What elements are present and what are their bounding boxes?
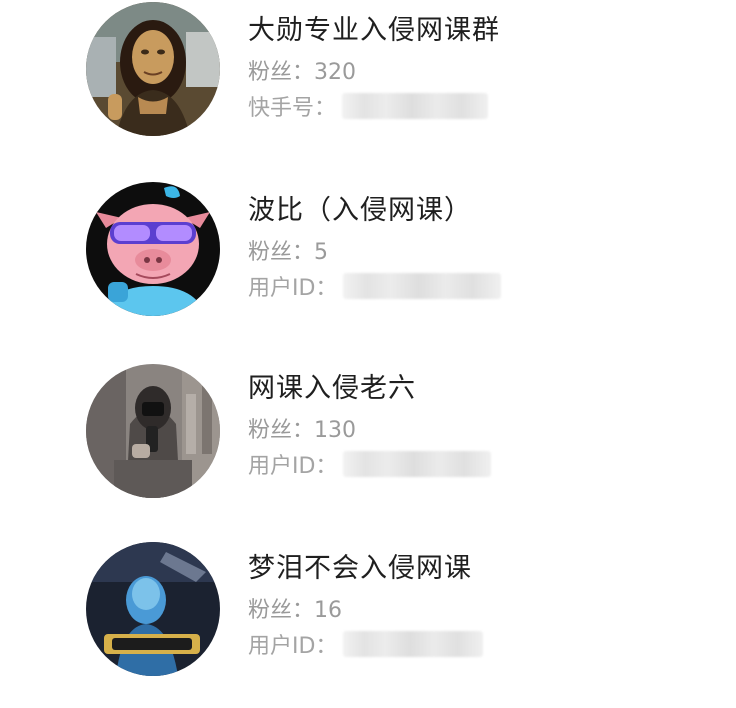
user-name[interactable]: 网课入侵老六 (248, 366, 416, 405)
fans-value: 5 (314, 240, 329, 265)
avatar[interactable] (86, 364, 220, 498)
account-id: 快手号： (248, 90, 489, 122)
id-label: 用户ID： (248, 276, 338, 301)
user-name[interactable]: 大勋专业入侵网课群 (248, 8, 500, 47)
fans-label: 粉丝： (248, 240, 315, 265)
blurred-id (343, 451, 492, 477)
avatar[interactable] (86, 542, 220, 676)
avatar-image-hooded-man (86, 364, 220, 498)
id-label: 用户ID： (248, 634, 338, 659)
avatar[interactable] (86, 182, 220, 316)
list-item[interactable]: 梦泪不会入侵网课 粉丝：16 用户ID： (0, 538, 736, 708)
fans-value: 16 (314, 598, 343, 623)
fans-value: 320 (314, 60, 357, 85)
user-name[interactable]: 梦泪不会入侵网课 (248, 546, 472, 585)
list-item[interactable]: 大勋专业入侵网课群 粉丝：320 快手号： (0, 0, 736, 170)
account-id: 用户ID： (248, 628, 484, 660)
avatar-image-mona-lisa (86, 2, 220, 136)
account-id: 用户ID： (248, 270, 502, 302)
follower-count: 粉丝：16 (248, 592, 342, 624)
fans-label: 粉丝： (248, 598, 315, 623)
fans-label: 粉丝： (248, 418, 315, 443)
follower-count: 粉丝：5 (248, 234, 328, 266)
follower-count: 粉丝：130 (248, 412, 356, 444)
id-label: 快手号： (248, 96, 337, 121)
fans-label: 粉丝： (248, 60, 315, 85)
user-list: 大勋专业入侵网课群 粉丝：320 快手号： 波比（入侵网课） 粉丝：5 用户ID… (0, 0, 736, 676)
list-item[interactable]: 网课入侵老六 粉丝：130 用户ID： (0, 358, 736, 528)
avatar-image-game-hero (86, 542, 220, 676)
id-label: 用户ID： (248, 454, 338, 479)
blurred-id (342, 93, 489, 119)
list-item[interactable]: 波比（入侵网课） 粉丝：5 用户ID： (0, 180, 736, 350)
blurred-id (343, 273, 502, 299)
user-name[interactable]: 波比（入侵网课） (248, 188, 472, 227)
avatar-image-pig-bobby (86, 182, 220, 316)
account-id: 用户ID： (248, 448, 492, 480)
follower-count: 粉丝：320 (248, 54, 356, 86)
avatar[interactable] (86, 2, 220, 136)
fans-value: 130 (314, 418, 357, 443)
blurred-id (343, 631, 484, 657)
